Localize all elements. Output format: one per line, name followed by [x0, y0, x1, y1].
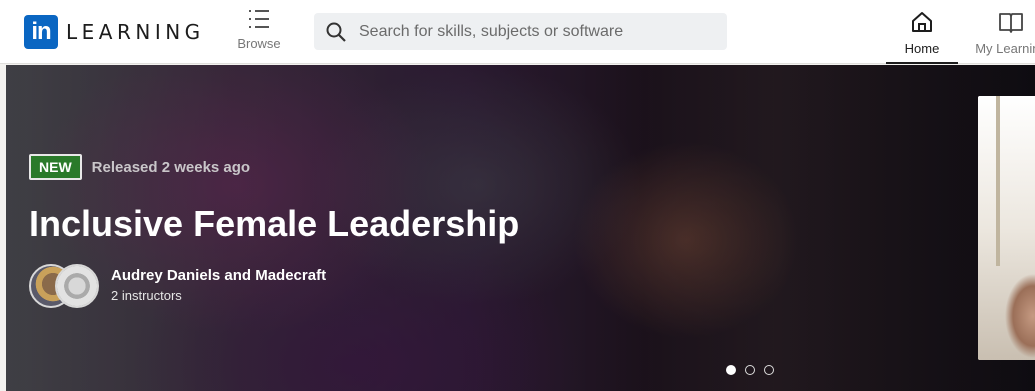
instructors-info[interactable]: Audrey Daniels and Madecraft 2 instructo… — [29, 262, 326, 308]
logo-wordmark: LEARNING — [66, 20, 205, 44]
linkedin-learning-page: in LEARNING Browse Search for skills, su… — [0, 0, 1035, 391]
instructor-text: Audrey Daniels and Madecraft 2 instructo… — [111, 267, 326, 303]
list-icon — [249, 10, 269, 28]
home-icon — [912, 12, 932, 32]
new-badge: NEW — [29, 154, 82, 180]
nav-my-learning-label: My Learning — [975, 41, 1035, 56]
carousel-dot[interactable] — [726, 365, 736, 375]
search-input[interactable] — [359, 22, 719, 41]
thumbnail-image — [978, 96, 1035, 360]
course-thumbnail[interactable] — [978, 96, 1035, 360]
avatar — [55, 264, 99, 308]
top-navigation-bar: in LEARNING Browse Search for skills, su… — [0, 0, 1035, 64]
browse-button[interactable]: Browse — [232, 8, 286, 58]
instructor-names: Audrey Daniels and Madecraft — [111, 267, 327, 284]
search-icon — [326, 22, 346, 42]
book-icon — [999, 13, 1023, 33]
release-info: NEW Released 2 weeks ago — [29, 154, 250, 180]
search-bar[interactable] — [314, 13, 727, 50]
thumbnail-detail — [996, 96, 1000, 266]
release-date: Released 2 weeks ago — [91, 158, 251, 176]
instructor-avatars — [29, 262, 107, 308]
featured-course-hero[interactable]: NEW Released 2 weeks ago Inclusive Femal… — [6, 65, 1035, 391]
nav-home[interactable]: Home — [886, 8, 958, 64]
course-title[interactable]: Inclusive Female Leadership — [29, 203, 519, 245]
nav-my-learning[interactable]: My Learning — [966, 8, 1035, 64]
nav-home-label: Home — [904, 41, 940, 56]
instructor-count: 2 instructors — [111, 288, 182, 303]
carousel-dots — [726, 365, 783, 375]
linkedin-learning-logo[interactable]: in LEARNING — [24, 15, 205, 49]
linkedin-in-logo: in — [24, 15, 58, 49]
browse-label: Browse — [237, 36, 281, 51]
carousel-dot[interactable] — [764, 365, 774, 375]
carousel-dot[interactable] — [745, 365, 755, 375]
